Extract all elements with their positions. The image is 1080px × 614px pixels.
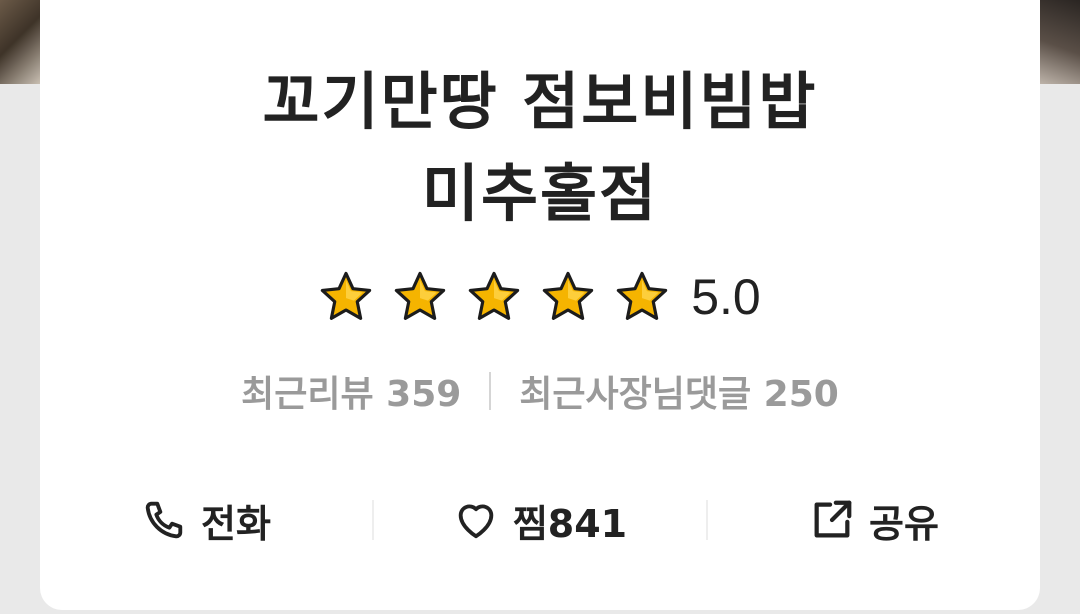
store-name-line1: 꼬기만땅 점보비빔밥 — [262, 65, 818, 138]
background-photo-left — [0, 0, 40, 84]
star-icon — [617, 271, 668, 320]
store-name-line2: 미추홀점 — [421, 157, 659, 230]
star-icon — [395, 271, 446, 320]
store-info-card: 꼬기만땅 점보비빔밥 미추홀점 5.0 최근리뷰 359 최근사장님댓글 250… — [40, 0, 1040, 610]
rating-row: 5.0 — [40, 266, 1040, 328]
favorite-label: 찜841 — [512, 501, 628, 546]
star-icon — [543, 271, 594, 320]
rating-score: 5.0 — [691, 269, 761, 325]
favorite-button[interactable]: 찜841 — [374, 493, 706, 548]
divider — [489, 372, 492, 410]
action-bar: 전화 찜841 공유 — [40, 478, 1040, 562]
owner-reply-count[interactable]: 최근사장님댓글 250 — [519, 365, 839, 417]
star-icon — [321, 271, 372, 320]
recent-review-count[interactable]: 최근리뷰 359 — [241, 365, 461, 417]
star-icon — [469, 271, 520, 320]
call-button[interactable]: 전화 — [40, 493, 372, 548]
phone-icon — [145, 501, 183, 539]
background-photo-right — [1040, 0, 1080, 84]
share-button[interactable]: 공유 — [708, 493, 1040, 548]
call-label: 전화 — [201, 501, 271, 546]
rating-stars — [319, 270, 669, 324]
share-label: 공유 — [869, 501, 939, 546]
review-counts: 최근리뷰 359 최근사장님댓글 250 — [40, 366, 1040, 416]
store-title: 꼬기만땅 점보비빔밥 미추홀점 — [40, 56, 1040, 240]
share-icon — [814, 500, 852, 538]
heart-icon — [458, 504, 494, 539]
